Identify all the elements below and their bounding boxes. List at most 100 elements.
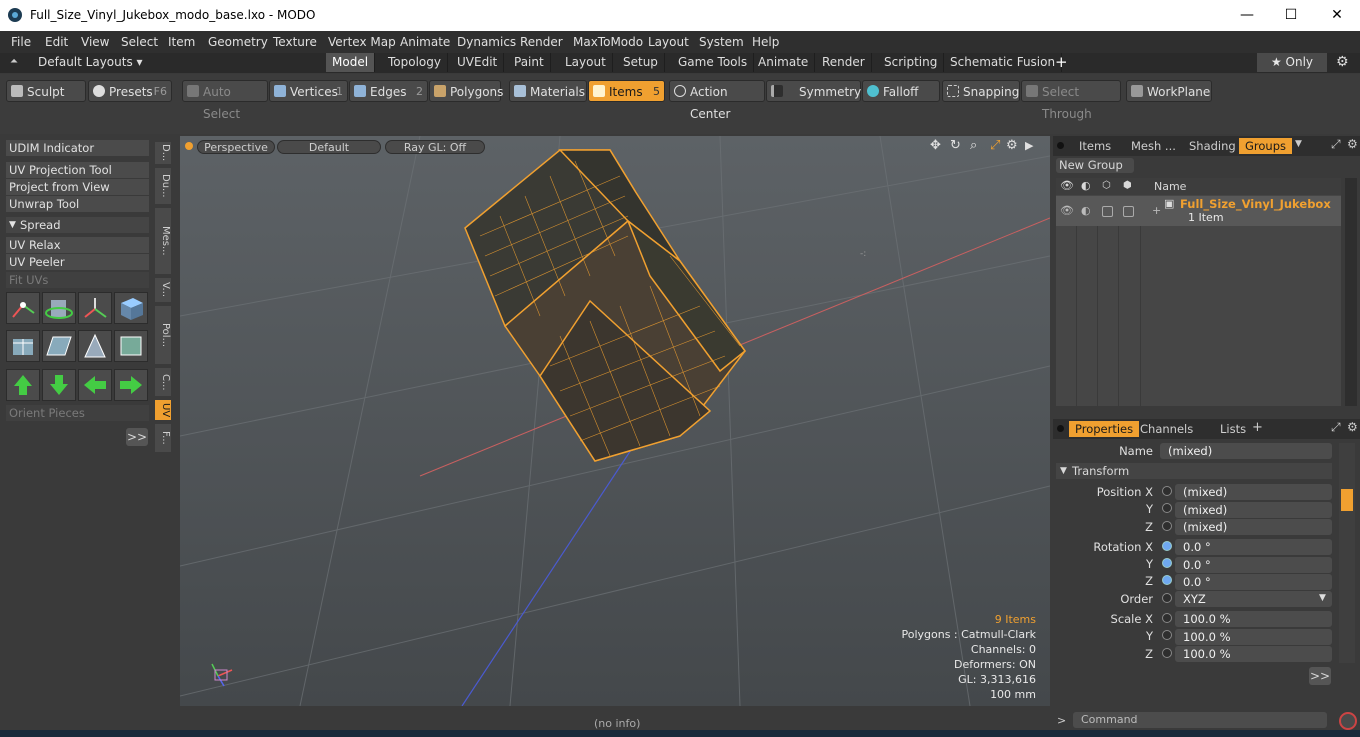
- uv-scale-icon[interactable]: [78, 292, 112, 324]
- vertices-button[interactable]: Vertices 1: [269, 80, 348, 102]
- rotation-y-field[interactable]: 0.0 °: [1175, 557, 1332, 573]
- add-tab-button[interactable]: +: [1055, 53, 1068, 71]
- tab-animate[interactable]: Animate: [752, 53, 816, 72]
- rotation-y-anim-dot[interactable]: [1162, 558, 1172, 568]
- name-column-header[interactable]: Name: [1154, 180, 1186, 193]
- menu-maxtomodo[interactable]: MaxToModo: [573, 35, 643, 49]
- rotation-x-anim-dot[interactable]: [1162, 541, 1172, 551]
- position-x-field[interactable]: (mixed): [1175, 484, 1332, 500]
- orient-pieces-button[interactable]: Orient Pieces: [6, 405, 149, 421]
- menu-help[interactable]: Help: [752, 35, 779, 49]
- scale-x-anim-dot[interactable]: [1162, 613, 1172, 623]
- row-eye-icon[interactable]: 👁: [1060, 204, 1074, 217]
- tab-setup[interactable]: Setup: [617, 53, 665, 72]
- row-lock-checkbox[interactable]: [1102, 206, 1113, 217]
- order-anim-dot[interactable]: [1162, 593, 1172, 603]
- menu-layout[interactable]: Layout: [648, 35, 689, 49]
- workplane-button[interactable]: WorkPlane: [1126, 80, 1212, 102]
- scale-x-field[interactable]: 100.0 %: [1175, 611, 1332, 627]
- close-button[interactable]: ✕: [1314, 0, 1360, 31]
- vtab-uv[interactable]: UV: [155, 400, 171, 420]
- groups-scrollbar[interactable]: [1345, 178, 1357, 406]
- minimize-button[interactable]: —: [1224, 0, 1270, 31]
- sculpt-button[interactable]: Sculpt: [6, 80, 86, 102]
- name-field[interactable]: (mixed): [1160, 443, 1332, 459]
- maximize-button[interactable]: ☐: [1268, 0, 1314, 31]
- polygons-button[interactable]: Polygons: [429, 80, 503, 102]
- position-x-anim-dot[interactable]: [1162, 486, 1172, 496]
- menu-edit[interactable]: Edit: [45, 35, 68, 49]
- perspective-button[interactable]: Perspective: [197, 140, 275, 154]
- position-z-field[interactable]: (mixed): [1175, 519, 1332, 535]
- group-name[interactable]: Full_Size_Vinyl_Jukebox: [1180, 197, 1331, 211]
- panel-gear-icon[interactable]: ⚙: [1347, 137, 1358, 151]
- select-icon[interactable]: ⬢: [1123, 180, 1132, 191]
- tabs-dropdown-icon[interactable]: ▼: [1295, 139, 1302, 149]
- scale-z-field[interactable]: 100.0 %: [1175, 646, 1332, 662]
- menu-dynamics[interactable]: Dynamics: [457, 35, 516, 49]
- expand-panel-icon[interactable]: ⤢: [1331, 137, 1341, 152]
- fit-uvs-button[interactable]: Fit UVs: [6, 272, 149, 288]
- udim-indicator-button[interactable]: UDIM Indicator: [6, 140, 149, 156]
- position-y-field[interactable]: (mixed): [1175, 502, 1332, 518]
- tab-paint[interactable]: Paint: [508, 53, 551, 72]
- gear-icon[interactable]: ⚙: [1336, 54, 1349, 70]
- tab-lists[interactable]: Lists: [1214, 421, 1252, 437]
- chevron-down-icon[interactable]: ▼: [1319, 593, 1326, 603]
- row-select-checkbox[interactable]: [1123, 206, 1134, 217]
- position-z-anim-dot[interactable]: [1162, 521, 1172, 531]
- add-tab-button[interactable]: +: [1252, 420, 1263, 435]
- items-button[interactable]: Items 5: [588, 80, 665, 102]
- tab-scripting[interactable]: Scripting: [878, 53, 945, 72]
- default-shading-button[interactable]: Default: [277, 140, 381, 154]
- menu-select[interactable]: Select: [121, 35, 158, 49]
- uv-relax-button[interactable]: UV Relax: [6, 237, 149, 253]
- snapping-button[interactable]: Snapping: [942, 80, 1020, 102]
- zoom-view-icon[interactable]: ⌕: [970, 138, 977, 153]
- group-row[interactable]: 👁 ◐ + ▣ Full_Size_Vinyl_Jukebox 1 Item: [1056, 196, 1341, 226]
- tab-properties[interactable]: Properties: [1069, 421, 1140, 437]
- materials-button[interactable]: Materials: [509, 80, 587, 102]
- uv-peeler-button[interactable]: UV Peeler: [6, 254, 149, 270]
- tab-model[interactable]: Model: [326, 53, 376, 72]
- vtab-d[interactable]: D...: [155, 142, 171, 164]
- arrow-right-icon[interactable]: [114, 369, 148, 401]
- action-center-button[interactable]: Action Center: [669, 80, 765, 121]
- tab-mesh[interactable]: Mesh ...: [1125, 138, 1182, 154]
- side-tab-active[interactable]: [1341, 489, 1353, 511]
- vtab-pol[interactable]: Pol...: [155, 306, 171, 364]
- tab-shading[interactable]: Shading: [1183, 138, 1242, 154]
- more-properties-button[interactable]: >>: [1309, 667, 1331, 685]
- uv-rotate-icon[interactable]: [42, 292, 76, 324]
- arrow-left-icon[interactable]: [78, 369, 112, 401]
- rotation-z-field[interactable]: 0.0 °: [1175, 574, 1332, 590]
- command-input[interactable]: Command: [1073, 712, 1327, 728]
- uv-planar-icon[interactable]: [42, 330, 76, 362]
- tab-game-tools[interactable]: Game Tools: [672, 53, 755, 72]
- eye-icon[interactable]: 👁: [1060, 179, 1074, 192]
- select-through-button[interactable]: Select Through: [1021, 80, 1121, 121]
- symmetry-button[interactable]: Symmetry: [766, 80, 861, 102]
- presets-button[interactable]: Presets F6: [88, 80, 172, 102]
- uv-transform-icon[interactable]: [6, 292, 40, 324]
- row-render-icon[interactable]: ◐: [1081, 204, 1091, 217]
- move-view-icon[interactable]: ✥: [930, 138, 941, 153]
- 3d-viewport[interactable]: -: Perspective Default Ray GL: Off ✥ ↻ ⌕…: [180, 136, 1050, 706]
- menu-texture[interactable]: Texture: [273, 35, 317, 49]
- uv-pyramid-icon[interactable]: [78, 330, 112, 362]
- new-group-button[interactable]: New Group: [1056, 158, 1134, 173]
- default-layouts-dropdown[interactable]: Default Layouts ▾: [38, 55, 143, 69]
- tab-uvedit[interactable]: UVEdit: [451, 53, 505, 72]
- viewport-options-icon[interactable]: [185, 142, 193, 150]
- rotation-z-anim-dot[interactable]: [1162, 575, 1172, 585]
- menu-render[interactable]: Render: [520, 35, 563, 49]
- menu-geometry[interactable]: Geometry: [208, 35, 268, 49]
- uv-box-icon[interactable]: [114, 330, 148, 362]
- vtab-mes[interactable]: Mes...: [155, 208, 171, 274]
- tab-channels[interactable]: Channels: [1134, 421, 1199, 437]
- expand-panel-icon[interactable]: ⤢: [1331, 420, 1341, 435]
- menu-animate[interactable]: Animate: [400, 35, 450, 49]
- raygl-button[interactable]: Ray GL: Off: [385, 140, 485, 154]
- panel-gear-icon[interactable]: ⚙: [1347, 420, 1358, 434]
- view-menu-arrow-icon[interactable]: ▶: [1025, 139, 1033, 152]
